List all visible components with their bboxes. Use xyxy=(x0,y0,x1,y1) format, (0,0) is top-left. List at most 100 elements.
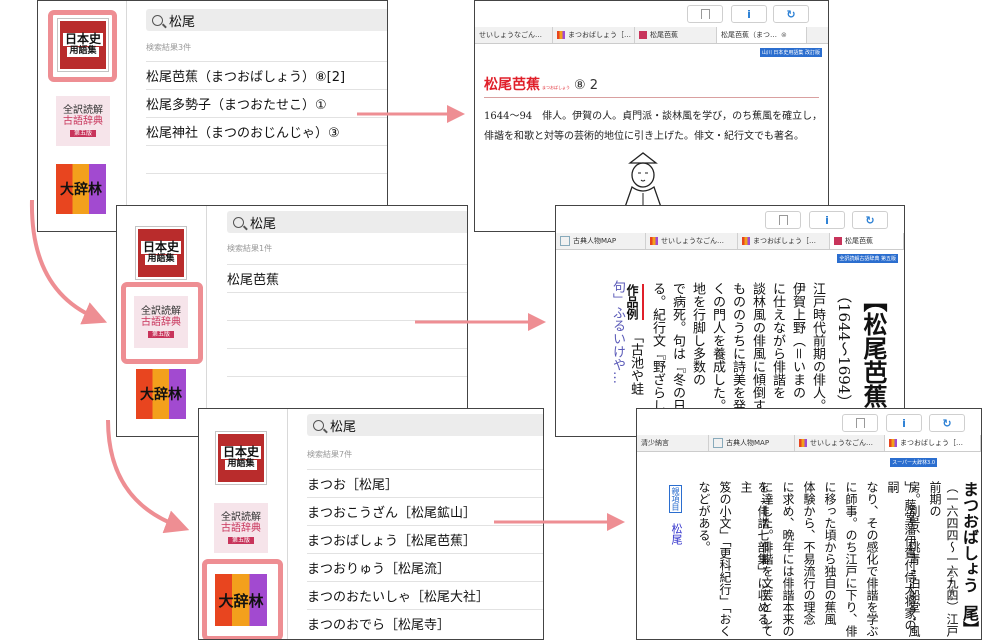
daijirin-dictionary-icon[interactable]: 大辞林 xyxy=(56,164,106,214)
bookmark-button[interactable] xyxy=(687,5,723,23)
close-icon[interactable]: ⊗ xyxy=(781,31,787,39)
divider xyxy=(126,1,127,231)
nihonshi-dictionary-icon[interactable]: 日本史 用語集 xyxy=(136,227,186,279)
detail-window-3: i ↻ 清少納言 古典人物MAP せいしょうなごん… まつおばしょう［… スーパ… xyxy=(636,408,982,640)
result-row[interactable]: まつのおでら［松尾寺］ xyxy=(307,609,543,637)
daijirin-dictionary-icon[interactable]: 大辞林 xyxy=(136,369,186,419)
definition-column: なり、その感化で俳諧を学ぶ xyxy=(865,481,879,637)
bookmark-button[interactable] xyxy=(765,211,801,229)
sample-label: 作品例 xyxy=(624,284,644,320)
years: （1644〜1694） xyxy=(835,288,853,410)
definition-column: を「俳諧七部集」に収める。主 xyxy=(739,481,770,637)
dictionary-sidebar: 日本史 用語集 全訳読解 古語辞典 第五版 大辞林 xyxy=(38,1,126,231)
search-window-2: 日本史 用語集 全訳読解 古語辞典 第五版 大辞林 松尾 検索結果1件 松尾芭蕉 xyxy=(116,205,468,437)
tab-item[interactable]: まつおばしょう［… xyxy=(738,233,830,249)
search-input[interactable]: 松尾 xyxy=(146,9,387,31)
tab-item[interactable]: 松尾芭蕉 xyxy=(830,233,904,249)
refresh-button[interactable]: ↻ xyxy=(773,5,809,23)
result-row[interactable] xyxy=(227,292,467,320)
search-window-3: 日本史 用語集 全訳読解 古語辞典 第五版 大辞林 松尾 検索結果7件 まつお［… xyxy=(198,408,544,640)
result-row[interactable]: まつおこうざん［松尾鉱山］ xyxy=(307,497,543,525)
result-count: 検索結果1件 xyxy=(227,244,273,253)
result-row[interactable]: 松尾芭蕉（まつおばしょう）⑧[2] xyxy=(146,61,387,89)
daijirin-tab-icon xyxy=(557,31,565,39)
tab-item[interactable]: せいしょうなごん… xyxy=(475,27,553,43)
dictionary-sidebar: 日本史 用語集 全訳読解 古語辞典 第五版 大辞林 xyxy=(117,206,206,436)
detail-window-1: i ↻ せいしょうなごん… まつおばしょう［… 松尾芭蕉 松尾芭蕉（まつ… ⊗ 山… xyxy=(474,0,829,232)
search-input[interactable]: 松尾 xyxy=(307,414,543,436)
definition-column: 笈の小文」「更科紀行」「おく xyxy=(718,481,732,637)
definition-column: （一六四四〜一六九四）江戸前期の xyxy=(928,481,959,637)
info-button[interactable]: i xyxy=(731,5,767,23)
refresh-icon: ↻ xyxy=(786,7,796,21)
daijirin-tab-icon xyxy=(889,439,897,447)
search-icon xyxy=(233,216,244,228)
search-input[interactable]: 松尾 xyxy=(227,211,467,233)
selected-highlight xyxy=(48,10,117,82)
nihonshi-dictionary-icon[interactable]: 日本史 用語集 xyxy=(216,432,266,484)
result-row[interactable]: 松尾多勢子（まつおたせこ）① xyxy=(146,89,387,117)
selected-highlight xyxy=(121,282,203,364)
dictionary-sidebar: 日本史 用語集 全訳読解 古語辞典 第五版 大辞林 xyxy=(199,409,287,639)
map-tab-icon xyxy=(560,236,570,246)
kogo-dictionary-icon[interactable]: 全訳読解 古語辞典 第五版 xyxy=(56,96,110,146)
definition-column: に移った頃から独自の蕉風 xyxy=(823,481,837,625)
definition-column: に求め、晩年には俳諧本来の xyxy=(781,481,795,637)
dictionary-badge: 全訳読解古語辞典 第五版 xyxy=(837,254,898,263)
divider xyxy=(287,409,288,639)
definition-column: 体験から、不易流行の理念 xyxy=(802,481,816,625)
result-row[interactable] xyxy=(227,348,467,376)
result-row[interactable]: まつお［松尾］ xyxy=(307,469,543,497)
tab-bar: 清少納言 古典人物MAP せいしょうなごん… まつおばしょう［… xyxy=(637,435,981,452)
tab-item[interactable]: まつおばしょう［… xyxy=(553,27,635,43)
result-row[interactable]: 松尾神社（まつのおじんじゃ）③ xyxy=(146,117,387,145)
sample-text: 「古池や蛙 xyxy=(628,330,643,395)
definition-line: 1644〜94 俳人。伊賀の人。貞門派・談林風を学び，のち蕉風を確立し， xyxy=(484,111,823,122)
divider xyxy=(206,206,207,436)
refresh-icon: ↻ xyxy=(942,416,952,430)
tab-bar: 古典人物MAP せいしょうなごん… まつおばしょう［… 松尾芭蕉 xyxy=(556,233,904,250)
dictionary-badge: スーパー大辞林3.0 xyxy=(890,458,937,467)
tab-item[interactable]: 清少納言 xyxy=(637,435,709,451)
tab-bar: せいしょうなごん… まつおばしょう［… 松尾芭蕉 松尾芭蕉（まつ… ⊗ xyxy=(475,27,828,44)
tab-item[interactable]: せいしょうなごん… xyxy=(646,233,738,249)
info-button[interactable]: i xyxy=(809,211,845,229)
info-button[interactable]: i xyxy=(886,414,922,432)
headword-rule xyxy=(484,97,819,98)
tab-item[interactable]: まつおばしょう［… xyxy=(885,435,981,451)
kogo-dictionary-icon[interactable]: 全訳読解 古語辞典 第五版 xyxy=(214,503,268,553)
tab-item[interactable]: せいしょうなごん… xyxy=(795,435,885,451)
result-row[interactable] xyxy=(146,145,387,173)
definition-column: などがある。 xyxy=(697,481,711,553)
result-row[interactable]: まつおばしょう［松尾芭蕉］ xyxy=(307,525,543,553)
related-label: 親項目 xyxy=(669,485,682,513)
detail-window-2: i ↻ 古典人物MAP せいしょうなごん… まつおばしょう［… 松尾芭蕉 全訳読… xyxy=(555,205,905,437)
daijirin-tab-icon xyxy=(742,237,750,245)
tab-item[interactable]: 古典人物MAP xyxy=(709,435,795,451)
search-icon xyxy=(152,14,163,26)
result-row[interactable] xyxy=(227,376,467,404)
related-link[interactable]: 松尾 xyxy=(668,523,684,545)
refresh-button[interactable]: ↻ xyxy=(852,211,888,229)
result-row[interactable] xyxy=(227,320,467,348)
search-window-1: 日本史 用語集 全訳読解 古語辞典 第五版 大辞林 松尾 検索結果3件 松尾芭蕉… xyxy=(37,0,388,232)
refresh-button[interactable]: ↻ xyxy=(929,414,965,432)
refresh-icon: ↻ xyxy=(865,213,875,227)
kogo-tab-icon xyxy=(834,237,842,245)
headword: 松尾芭蕉 まつおばしょう ⑧ 2 xyxy=(484,77,599,93)
definition-column: 」。藤堂藩伊賀付侍大将家の嗣 xyxy=(886,481,917,631)
result-row[interactable] xyxy=(146,173,387,201)
tab-item[interactable]: 古典人物MAP xyxy=(556,233,646,249)
tab-item[interactable]: 松尾芭蕉（まつ… ⊗ xyxy=(717,27,807,43)
result-row[interactable]: まつおりゅう［松尾流］ xyxy=(307,553,543,581)
daijirin-tab-icon xyxy=(799,439,807,447)
bookmark-button[interactable] xyxy=(842,414,878,432)
bookmark-icon xyxy=(778,215,788,225)
bookmark-icon xyxy=(855,418,865,428)
sample-reading: 句」ふるいけや… xyxy=(610,280,625,384)
daijirin-tab-icon xyxy=(650,237,658,245)
tab-item[interactable]: 松尾芭蕉 xyxy=(635,27,717,43)
definition-line: 俳諧を和歌と対等の芸術的地位に引き上げた。俳文・紀行文でも著名。 xyxy=(484,131,804,142)
result-row[interactable]: まつのおたいしゃ［松尾大社］ xyxy=(307,581,543,609)
result-row[interactable]: 松尾芭蕉 xyxy=(227,264,467,292)
